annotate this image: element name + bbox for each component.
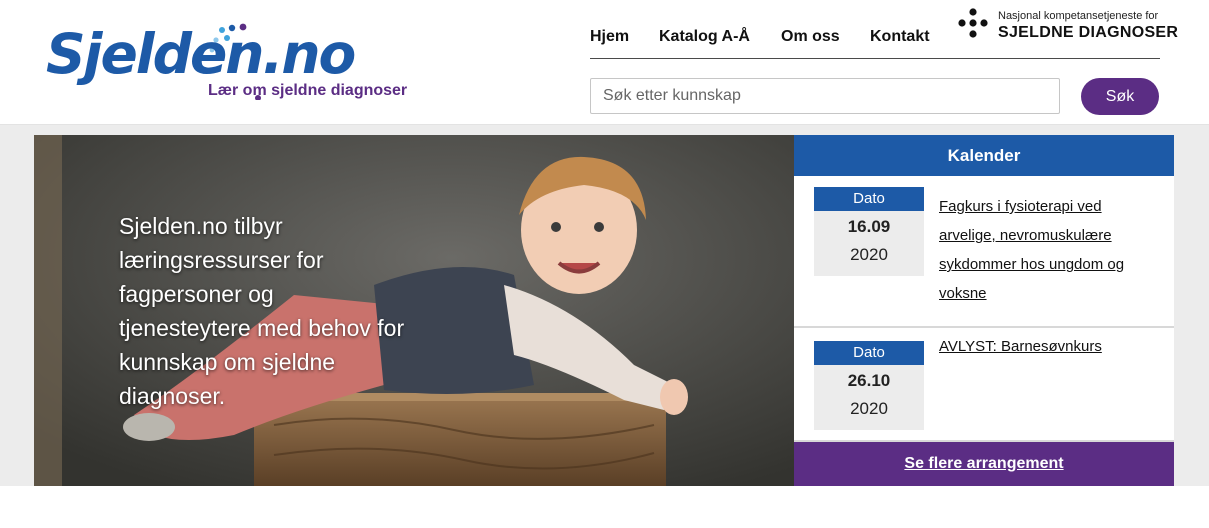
event-link[interactable]: AVLYST: Barnesøvnkurs: [939, 332, 1154, 361]
nks-dots-icon: [958, 8, 988, 38]
partner-logo[interactable]: Nasjonal kompetansetjeneste for SJELDNE …: [958, 8, 1178, 46]
nav-home[interactable]: Hjem: [590, 28, 629, 46]
partner-title: SJELDNE DIAGNOSER: [998, 24, 1179, 41]
date-day: 16.09: [847, 217, 891, 236]
search-input[interactable]: [590, 78, 1060, 114]
search-button[interactable]: Søk: [1081, 78, 1159, 115]
date-year: 2020: [850, 399, 888, 418]
logo-tagline: Lær om sjeldne diagnoser: [208, 82, 408, 99]
hero-banner: Sjelden.no tilbyr læringsressurser for f…: [34, 135, 794, 486]
nav-contact[interactable]: Kontakt: [870, 28, 930, 46]
event-link[interactable]: Fagkurs i fysioterapi ved arvelige, nevr…: [939, 192, 1154, 308]
site-header: Sjelden.no Lær om sjeldne diagnoser Hjem…: [0, 0, 1209, 125]
event-date: Dato 16.09 2020: [814, 187, 924, 276]
hero-text: Sjelden.no tilbyr læringsressurser for f…: [119, 213, 405, 409]
more-events-button[interactable]: Se flere arrangement: [794, 442, 1174, 486]
calendar-title: Kalender: [794, 135, 1174, 176]
date-label: Dato: [814, 187, 924, 211]
date-day: 26.10: [847, 371, 891, 390]
calendar-event: Dato 16.09 2020 Fagkurs i fysioterapi ve…: [794, 176, 1174, 328]
nav-catalog[interactable]: Katalog A-Å: [659, 28, 750, 46]
site-logo[interactable]: Sjelden.no Lær om sjeldne diagnoser: [46, 18, 426, 113]
calendar-event: Dato 26.10 2020 AVLYST: Barnesøvnkurs: [794, 330, 1174, 442]
event-date: Dato 26.10 2020: [814, 341, 924, 430]
date-year: 2020: [850, 245, 888, 264]
nav-about[interactable]: Om oss: [781, 28, 840, 46]
logo-wordmark: Sjelden.no: [46, 22, 356, 86]
calendar-panel: Kalender Dato 16.09 2020 Fagkurs i fysio…: [794, 135, 1174, 486]
partner-subtitle: Nasjonal kompetansetjeneste for: [998, 10, 1159, 22]
date-label: Dato: [814, 341, 924, 365]
